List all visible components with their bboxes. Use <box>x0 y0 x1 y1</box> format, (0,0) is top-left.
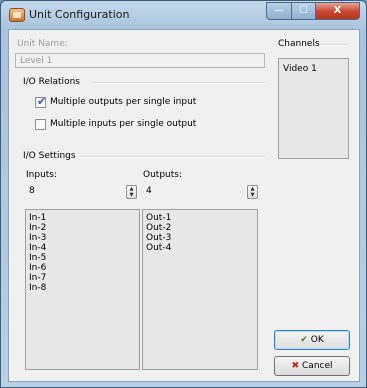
input-list-item[interactable]: In-5 <box>29 253 136 263</box>
cancel-button[interactable]: ✖ Cancel <box>274 356 350 376</box>
outputs-value: 4 <box>146 186 152 196</box>
outputs-label: Outputs: <box>143 170 182 180</box>
io-relations-heading: I/O Relations <box>23 77 80 87</box>
check-mark-icon: ✔ <box>37 95 47 108</box>
app-icon <box>9 8 25 22</box>
check-icon: ✔ <box>300 335 308 345</box>
output-list-item[interactable]: Out-1 <box>146 213 254 223</box>
outputs-spinner[interactable]: 4 ▲ ▼ <box>143 184 259 200</box>
inputs-spinner[interactable]: 8 ▲ ▼ <box>26 184 138 200</box>
inputs-listbox[interactable]: In-1 In-2 In-3 In-4 In-5 In-6 In-7 In-8 <box>25 209 140 370</box>
multiple-outputs-label[interactable]: Multiple outputs per single input <box>50 97 196 107</box>
channels-listbox[interactable]: Video 1 <box>278 58 349 159</box>
window-title: Unit Configuration <box>29 8 130 21</box>
input-list-item[interactable]: In-3 <box>29 233 136 243</box>
input-list-item[interactable]: In-8 <box>29 283 136 293</box>
io-settings-heading: I/O Settings <box>23 151 76 161</box>
output-list-item[interactable]: Out-2 <box>146 223 254 233</box>
ok-button[interactable]: ✔ OK <box>274 330 350 350</box>
ok-button-label: OK <box>310 335 324 345</box>
io-settings-divider <box>79 156 265 158</box>
io-relations-divider <box>91 82 265 84</box>
input-list-item[interactable]: In-7 <box>29 273 136 283</box>
maximize-button[interactable]: ☐ <box>292 2 316 20</box>
spinner-arrows-icon[interactable]: ▲ ▼ <box>126 185 137 199</box>
cancel-button-label: Cancel <box>302 361 333 371</box>
caption-buttons: — ☐ X <box>266 2 360 20</box>
input-list-item[interactable]: In-2 <box>29 223 136 233</box>
multiple-outputs-checkbox[interactable]: ✔ <box>35 95 47 108</box>
minimize-button[interactable]: — <box>266 2 292 20</box>
unit-name-label: Unit Name: <box>17 39 68 49</box>
close-button[interactable]: X <box>316 2 360 20</box>
inputs-label: Inputs: <box>26 170 58 180</box>
unit-name-field[interactable]: Level 1 <box>15 53 265 68</box>
output-list-item[interactable]: Out-4 <box>146 243 254 253</box>
multiple-inputs-label[interactable]: Multiple inputs per single output <box>50 119 196 129</box>
dialog-client-area: Unit Name: Level 1 I/O Relations ✔ Multi… <box>8 29 360 382</box>
inputs-value: 8 <box>29 186 35 196</box>
input-list-item[interactable]: In-6 <box>29 263 136 273</box>
channels-divider <box>319 44 349 46</box>
x-icon: ✖ <box>291 361 300 371</box>
channel-list-item[interactable]: Video 1 <box>283 64 344 74</box>
output-list-item[interactable]: Out-3 <box>146 233 254 243</box>
title-bar[interactable]: Unit Configuration — ☐ X <box>1 1 366 29</box>
input-list-item[interactable]: In-1 <box>29 213 136 223</box>
outputs-listbox[interactable]: Out-1 Out-2 Out-3 Out-4 <box>142 209 258 370</box>
spinner-arrows-icon[interactable]: ▲ ▼ <box>247 185 258 199</box>
unit-configuration-window: Unit Configuration — ☐ X Unit Name: Leve… <box>0 0 367 388</box>
channels-heading: Channels <box>278 39 320 49</box>
input-list-item[interactable]: In-4 <box>29 243 136 253</box>
multiple-inputs-checkbox[interactable] <box>35 119 46 130</box>
